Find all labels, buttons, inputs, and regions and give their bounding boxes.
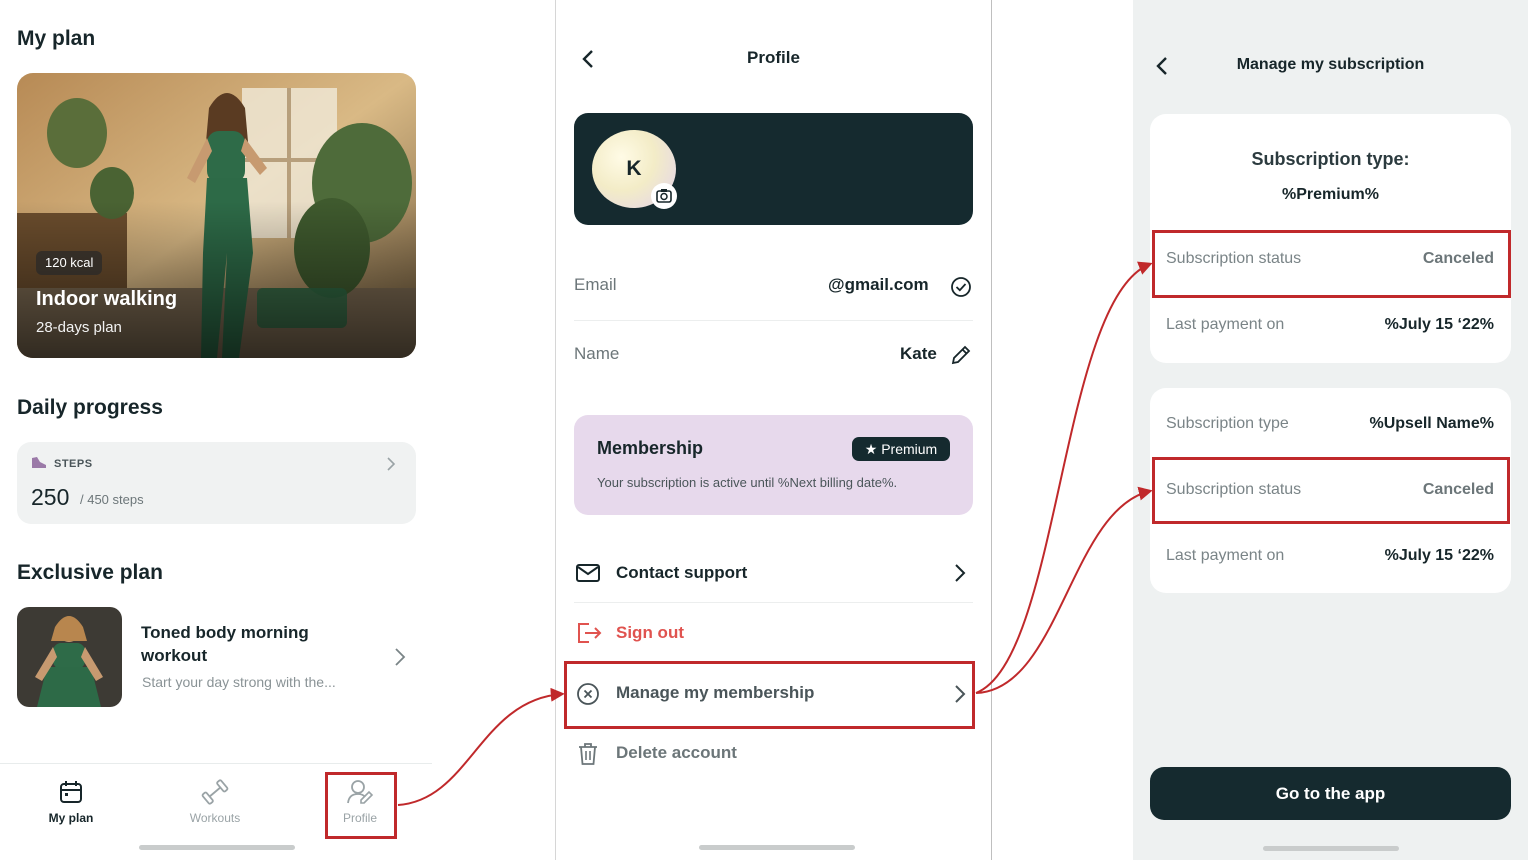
last-payment-value: %July 15 ‘22% — [1384, 547, 1494, 564]
profile-screen: Profile K Email @gmail.com Name Kate Mem… — [555, 0, 992, 860]
my-plan-screen: My plan 120 kcal Indoor walking 28-days … — [0, 0, 432, 860]
highlight-profile-tab — [325, 772, 397, 839]
chevron-right-icon[interactable] — [954, 563, 966, 583]
contact-support-item[interactable]: Contact support — [616, 563, 747, 583]
go-to-app-button[interactable]: Go to the app — [1150, 767, 1511, 820]
subscription-type-heading: Subscription type: — [1251, 149, 1410, 169]
exclusive-plan-heading: Exclusive plan — [17, 561, 163, 584]
divider — [574, 602, 973, 603]
page-title: Manage my subscription — [1236, 56, 1425, 73]
sign-out-icon — [578, 623, 602, 643]
chevron-right-icon — [387, 457, 396, 471]
subscription-type-label: Subscription type — [1166, 415, 1289, 432]
calendar-icon — [60, 781, 82, 803]
tab-workouts[interactable]: Workouts — [160, 779, 270, 825]
hero-workout-title: Indoor walking — [36, 288, 178, 310]
highlight-manage-membership — [564, 661, 975, 729]
tab-my-plan[interactable]: My plan — [16, 779, 126, 825]
membership-card — [574, 415, 973, 515]
chevron-right-icon[interactable] — [394, 647, 406, 667]
sign-out-item[interactable]: Sign out — [616, 623, 684, 643]
tab-workouts-label: Workouts — [189, 811, 241, 825]
email-value: @gmail.com — [828, 275, 929, 294]
exclusive-plan-title[interactable]: Toned body morning workout — [141, 621, 361, 667]
steps-goal: / 450 steps — [80, 492, 144, 507]
divider — [574, 320, 973, 321]
manage-subscription-screen: Manage my subscription Subscription type… — [1133, 0, 1528, 860]
membership-description: Your subscription is active until %Next … — [597, 475, 898, 490]
name-label: Name — [574, 344, 620, 363]
exclusive-plan-thumbnail[interactable] — [17, 607, 122, 707]
dumbbell-icon — [201, 779, 229, 805]
membership-title: Membership — [597, 438, 704, 458]
subscription-type-value: %Upsell Name% — [1369, 415, 1495, 432]
subscription-type-value: %Premium% — [1282, 186, 1379, 203]
highlight-subscription-status — [1152, 230, 1511, 298]
home-indicator — [1263, 846, 1399, 851]
mail-icon — [576, 564, 600, 582]
tab-my-plan-label: My plan — [48, 811, 94, 825]
verified-check-icon — [951, 277, 971, 297]
email-label: Email — [574, 275, 617, 294]
back-arrow-icon[interactable] — [1155, 56, 1169, 76]
flow-arrow — [975, 261, 1153, 694]
daily-progress-heading: Daily progress — [17, 396, 163, 419]
highlight-subscription-status — [1152, 457, 1510, 524]
last-payment-label: Last payment on — [1166, 547, 1285, 564]
change-photo-button[interactable] — [651, 183, 677, 209]
shoe-icon — [32, 457, 46, 468]
steps-value: 250 — [31, 484, 70, 510]
hero-image — [17, 73, 416, 358]
kcal-badge: 120 kcal — [36, 251, 103, 275]
name-value: Kate — [900, 344, 937, 363]
delete-account-item[interactable]: Delete account — [616, 743, 737, 763]
trash-icon — [579, 743, 597, 765]
my-plan-heading: My plan — [17, 27, 96, 50]
flow-arrow — [975, 486, 1153, 694]
steps-card[interactable] — [17, 442, 416, 524]
home-indicator — [699, 845, 855, 850]
edit-pencil-icon[interactable] — [950, 344, 972, 366]
steps-label: STEPS — [54, 458, 93, 470]
hero-workout-subtitle: 28-days plan — [36, 319, 122, 336]
exclusive-plan-description: Start your day strong with the... — [142, 674, 336, 690]
page-title: Profile — [747, 48, 800, 67]
camera-icon — [656, 189, 672, 203]
premium-badge: ★ Premium — [852, 437, 950, 461]
last-payment-value: %July 15 ‘22% — [1384, 316, 1494, 333]
hero-workout-card[interactable] — [17, 73, 416, 358]
last-payment-label: Last payment on — [1166, 316, 1285, 333]
home-indicator — [139, 845, 295, 850]
